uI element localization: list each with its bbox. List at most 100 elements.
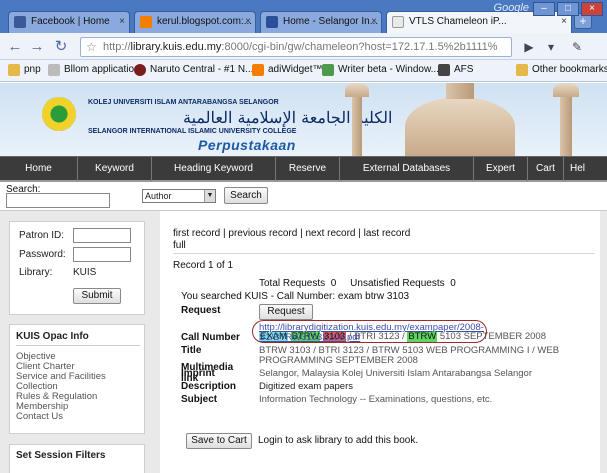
subject-value[interactable]: Information Technology -- Examinations, …: [259, 395, 569, 405]
submit-button[interactable]: Submit: [73, 288, 121, 304]
multimedia-link[interactable]: http://librarydigitization.kuis.edu.my/e…: [259, 323, 484, 343]
save-to-cart-button[interactable]: Save to Cart: [186, 433, 252, 449]
full-view-link[interactable]: full: [173, 240, 186, 251]
opac-info-links: Objective Client Charter Service and Fac…: [16, 352, 106, 422]
bookmark-pnp[interactable]: pnp: [8, 64, 41, 76]
multimedia-link-line2[interactable]: S1/BTRW3103S108.pdf: [259, 333, 484, 343]
search-button[interactable]: Search: [224, 187, 268, 204]
maximize-button[interactable]: □: [557, 2, 579, 16]
search-summary: You searched KUIS - Call Number: exam bt…: [181, 291, 410, 302]
session-filters-title: Set Session Filters: [16, 450, 106, 461]
page-icon: [48, 64, 60, 76]
menu-keyword[interactable]: Keyword: [78, 157, 152, 181]
request-totals: Total Requests 0 Unsatisfied Requests 0: [259, 278, 456, 289]
back-arrow-icon[interactable]: ←: [6, 38, 24, 56]
brand-label: Google: [493, 2, 529, 14]
tab-title: kerul.blogspot.com:...: [157, 16, 253, 27]
menu-reserve[interactable]: Reserve: [276, 157, 340, 181]
forward-arrow-icon[interactable]: →: [28, 38, 46, 56]
tab-title: VTLS Chameleon iP...: [409, 16, 507, 27]
divider: [16, 345, 140, 346]
menu-external-databases[interactable]: External Databases: [340, 157, 474, 181]
title-label: Title: [181, 345, 202, 356]
close-icon[interactable]: ×: [245, 16, 251, 27]
minaret-dome-graphic: [553, 83, 579, 97]
bookmarks-bar: pnp Bllom application Naruto Central - #…: [0, 60, 607, 82]
scroll-gutter: [600, 211, 607, 473]
close-icon[interactable]: ×: [371, 16, 377, 27]
password-field[interactable]: [73, 247, 131, 262]
minaret-dome-graphic: [345, 83, 369, 97]
call-number-label: Call Number: [181, 332, 240, 343]
site-icon: [266, 16, 278, 28]
page-options-icon[interactable]: ▾: [542, 38, 560, 56]
naruto-icon: [134, 64, 146, 76]
menu-heading-keyword[interactable]: Heading Keyword: [152, 157, 276, 181]
university-title: KOLEJ UNIVERSITI ISLAM ANTARABANGSA SELA…: [88, 99, 279, 106]
library-label: Library:: [19, 267, 53, 278]
tab-blogspot[interactable]: kerul.blogspot.com:... ×: [134, 11, 256, 33]
sidebar: Patron ID: Password: Library: KUIS Submi…: [0, 211, 160, 473]
tab-title: Home - Selangor In...: [283, 16, 379, 27]
close-window-button[interactable]: ×: [581, 2, 603, 16]
divider: [173, 253, 595, 254]
browser-toolbar: ← → ↻ ☆ http://library.kuis.edu.my:8000/…: [0, 33, 607, 60]
afs-icon: [438, 64, 450, 76]
opac-info-title: KUIS Opac Info: [16, 331, 89, 342]
close-icon[interactable]: ×: [561, 16, 567, 27]
library-page: KOLEJ UNIVERSITI ISLAM ANTARABANGSA SELA…: [0, 83, 607, 473]
bookmark-other[interactable]: Other bookmarks: [516, 64, 607, 76]
wrench-icon[interactable]: ✎: [568, 38, 586, 56]
browser-tab-strip: Facebook | Home × kerul.blogspot.com:...…: [0, 0, 607, 33]
facebook-icon: [14, 16, 26, 28]
session-filters-panel: Set Session Filters: [9, 444, 145, 473]
record-count: Record 1 of 1: [173, 260, 234, 271]
folder-icon: [516, 64, 528, 76]
library-value: KUIS: [73, 267, 97, 278]
folder-icon: [8, 64, 20, 76]
link-label: link: [181, 373, 199, 384]
search-type-value: Author: [145, 191, 172, 201]
reload-icon[interactable]: ↻: [52, 38, 70, 56]
minaret-graphic: [560, 93, 572, 156]
chevron-down-icon: ▼: [204, 190, 215, 202]
tab-title: Facebook | Home: [31, 16, 110, 27]
link-contact-us[interactable]: Contact Us: [16, 412, 106, 422]
search-type-select[interactable]: Author ▼: [142, 189, 216, 203]
section-title: Perpustakaan: [198, 137, 296, 153]
blogger-icon: [140, 16, 152, 28]
patron-id-field[interactable]: [73, 228, 131, 243]
opac-info-panel: KUIS Opac Info Objective Client Charter …: [9, 324, 145, 434]
search-input[interactable]: [6, 193, 110, 208]
record-navigation[interactable]: first record | previous record | next re…: [173, 228, 410, 239]
menu-help[interactable]: Hel: [564, 157, 607, 181]
menu-cart[interactable]: Cart: [528, 157, 564, 181]
close-icon[interactable]: ×: [119, 16, 125, 27]
bookmark-writer[interactable]: Writer beta - Window...: [322, 64, 439, 76]
address-bar[interactable]: ☆ http://library.kuis.edu.my:8000/cgi-bi…: [80, 37, 512, 57]
patron-id-label: Patron ID:: [19, 230, 65, 241]
menu-home[interactable]: Home: [0, 157, 78, 181]
description-value: Digitized exam papers: [259, 381, 353, 392]
bookmark-afs[interactable]: AFS: [438, 64, 473, 76]
bookmark-bllom[interactable]: Bllom application: [48, 64, 140, 76]
window-controls: – □ ×: [533, 2, 603, 16]
bookmark-adiwidget[interactable]: adiWidget™: [252, 64, 322, 76]
minimize-button[interactable]: –: [533, 2, 555, 16]
url-rest: :8000/cgi-bin/gw/chameleon?host=172.17.1…: [221, 41, 498, 53]
page-menu-icon[interactable]: ▶: [520, 38, 538, 56]
login-panel: Patron ID: Password: Library: KUIS Submi…: [9, 221, 145, 315]
url-host: library.kuis.edu.my: [130, 41, 222, 53]
bookmark-naruto[interactable]: Naruto Central - #1 N...: [134, 64, 253, 76]
dome-graphic: [405, 97, 515, 156]
tab-facebook[interactable]: Facebook | Home ×: [8, 11, 130, 33]
minaret-graphic: [352, 91, 362, 156]
dome-top-graphic: [446, 83, 474, 99]
menu-expert[interactable]: Expert: [474, 157, 528, 181]
tab-selangor[interactable]: Home - Selangor In... ×: [260, 11, 382, 33]
bookmark-star-icon[interactable]: ☆: [86, 38, 97, 56]
subject-label: Subject: [181, 394, 218, 405]
title-value: BTRW 3103 / BTRI 3123 / BTRW 5103 WEB PR…: [259, 345, 560, 366]
url-prefix: http://: [103, 41, 131, 53]
request-button[interactable]: Request: [259, 304, 313, 320]
